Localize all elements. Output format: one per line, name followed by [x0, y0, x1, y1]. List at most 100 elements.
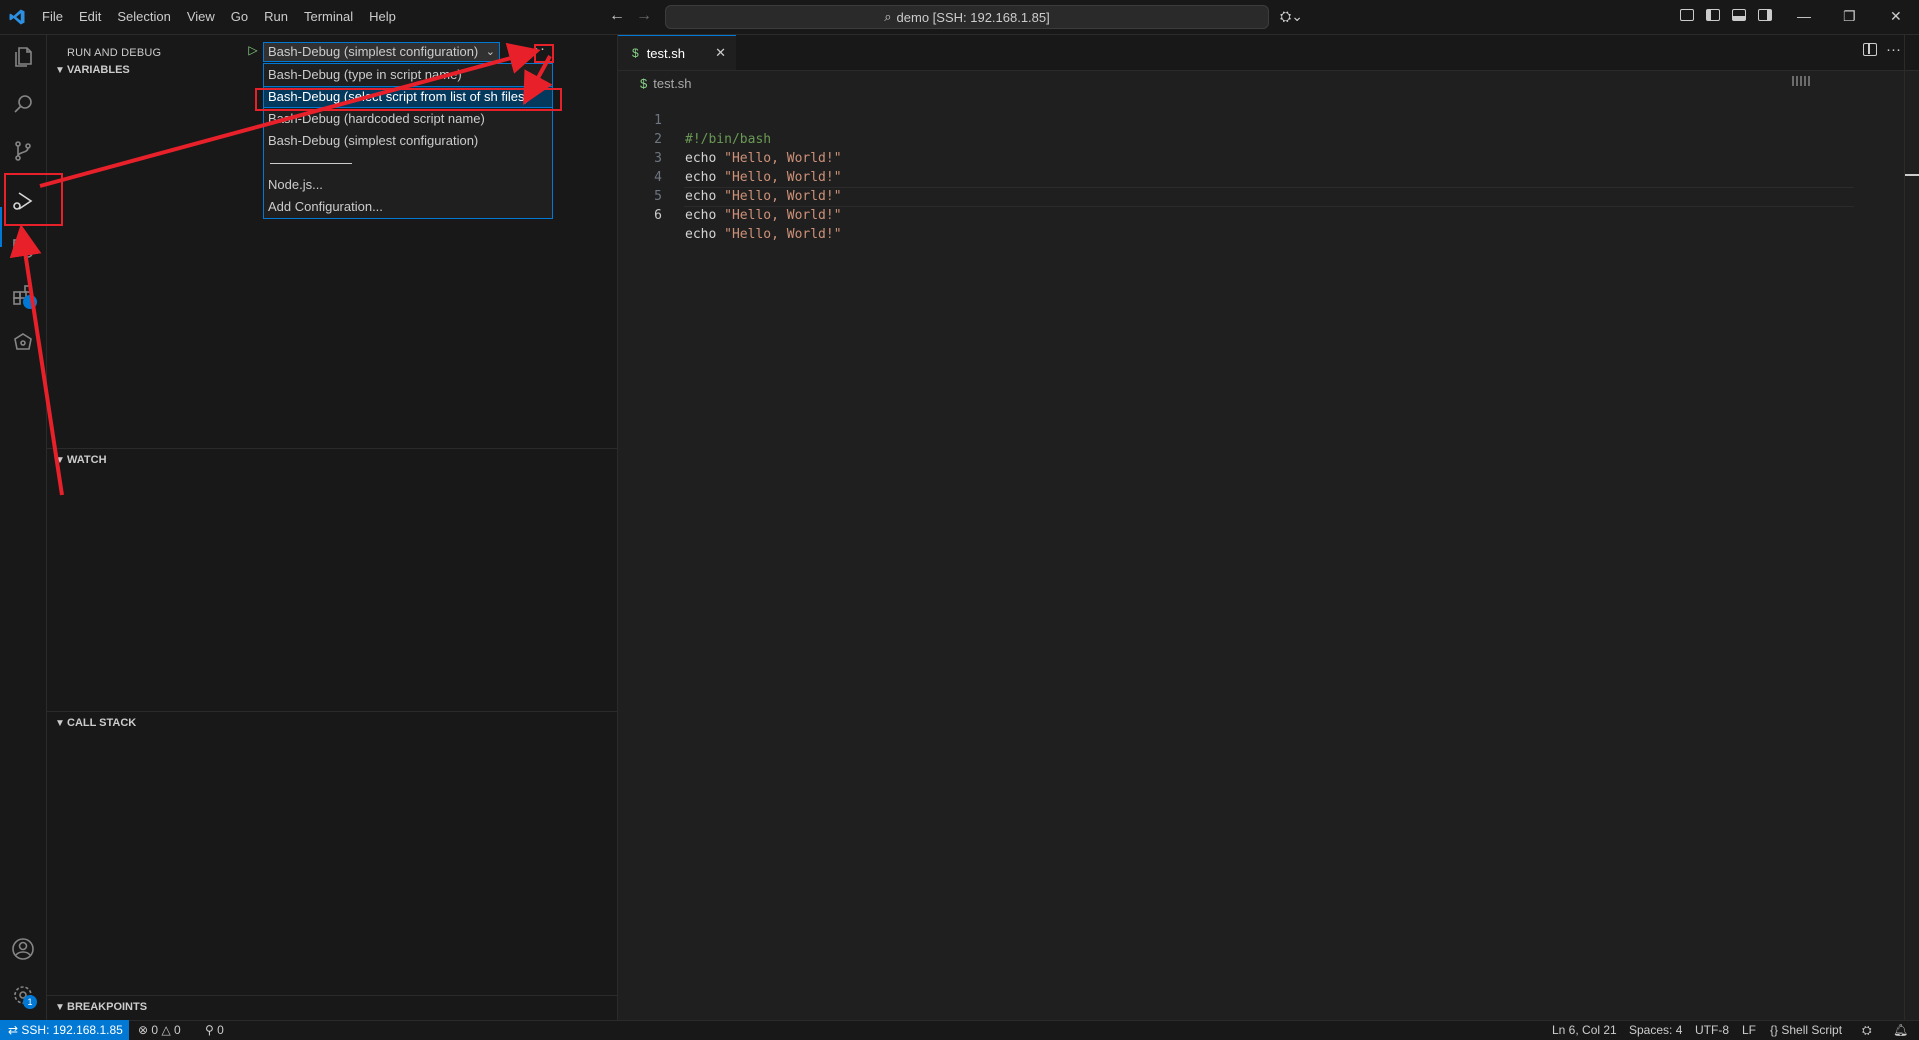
code-line: 1 #!/bin/bash: [618, 92, 771, 147]
dropdown-option[interactable]: Bash-Debug (hardcoded script name): [264, 109, 552, 129]
extensions-icon[interactable]: [9, 281, 37, 309]
cursor-position[interactable]: Ln 6, Col 21: [1552, 1021, 1617, 1040]
code-line: 4 echo "Hello, World!": [618, 149, 841, 204]
dropdown-option-selected[interactable]: Bash-Debug (select script from list of s…: [263, 86, 553, 108]
breakpoints-section-label: BREAKPOINTS: [67, 1001, 148, 1013]
ports-count: 0: [217, 1023, 224, 1037]
dropdown-option[interactable]: Add Configuration...: [264, 197, 552, 217]
call-stack-section-header[interactable]: ▼ CALL STACK: [47, 712, 617, 734]
menu-selection[interactable]: Selection: [109, 4, 178, 30]
code-string: "Hello, World!": [724, 170, 842, 185]
menu-help[interactable]: Help: [361, 4, 404, 30]
watch-section-label: WATCH: [67, 454, 107, 466]
code-command: echo: [685, 189, 717, 204]
code-string: "Hello, World!": [724, 227, 842, 242]
call-stack-section-label: CALL STACK: [67, 717, 137, 729]
manage-gear-icon[interactable]: 1: [9, 981, 37, 1009]
menu-go[interactable]: Go: [223, 4, 256, 30]
close-icon[interactable]: ✕: [715, 45, 726, 61]
remote-indicator[interactable]: ⇄ SSH: 192.168.1.85: [0, 1020, 129, 1040]
editor-area: $ test.sh ✕ ··· $ test.sh 1 #!/bin/bash 2…: [618, 35, 1919, 1020]
menu-edit[interactable]: Edit: [71, 4, 109, 30]
restore-icon[interactable]: ❐: [1843, 8, 1856, 25]
code-command: echo: [685, 151, 717, 166]
account-icon[interactable]: [9, 935, 37, 963]
menu-run[interactable]: Run: [256, 4, 296, 30]
files-icon[interactable]: [9, 43, 37, 71]
overview-ruler: [1904, 35, 1905, 1020]
menu-bar: File Edit Selection View Go Run Terminal…: [34, 0, 404, 34]
encoding[interactable]: UTF-8: [1695, 1021, 1729, 1040]
code-line: 6 echo "Hello, World!": [618, 187, 841, 242]
braces-icon: {}: [1770, 1023, 1779, 1037]
dropdown-separator: [270, 163, 352, 164]
sidebar-title: RUN AND DEBUG: [67, 47, 162, 59]
toggle-primary-sidebar-icon[interactable]: [1706, 9, 1720, 21]
code-string: "Hello, World!": [724, 189, 842, 204]
code-text: #!/bin/bash: [685, 132, 772, 147]
toggle-panel-icon[interactable]: [1732, 9, 1746, 21]
ports-icon: ⚲: [205, 1023, 214, 1037]
code-line: 5 echo "Hello, World!": [618, 168, 841, 223]
end-of-line[interactable]: LF: [1742, 1021, 1756, 1040]
code-command: echo: [685, 227, 717, 242]
customize-layout-icon[interactable]: [1680, 9, 1694, 21]
back-arrow-icon[interactable]: ←: [609, 7, 625, 25]
warning-count: 0: [174, 1023, 181, 1037]
code-line: 2 echo "Hello, World!": [618, 111, 841, 166]
dropdown-option[interactable]: Node.js...: [264, 175, 552, 195]
more-actions-icon[interactable]: ···: [528, 40, 546, 57]
warning-icon: △: [161, 1023, 171, 1037]
shell-file-icon: $: [632, 46, 639, 60]
open-launch-json-gear-icon[interactable]: ⚙: [508, 42, 521, 60]
error-icon: ⊗: [138, 1023, 149, 1037]
minimap[interactable]: [1792, 76, 1814, 86]
vscode-logo-icon: [9, 9, 25, 25]
forward-arrow-icon[interactable]: →: [636, 7, 652, 25]
active-indicator: [0, 207, 2, 247]
dropdown-option[interactable]: Bash-Debug (type in script name): [264, 65, 552, 85]
menu-file[interactable]: File: [34, 4, 71, 30]
menu-terminal[interactable]: Terminal: [296, 4, 361, 30]
source-control-icon[interactable]: [9, 137, 37, 165]
close-window-icon[interactable]: ✕: [1890, 8, 1902, 25]
chevron-down-icon: ▼: [55, 1002, 65, 1013]
code-line: 3 echo "Hello, World!": [618, 130, 841, 185]
copilot-icon[interactable]: ⛭⌄: [1280, 8, 1303, 25]
code-string: "Hello, World!": [724, 151, 842, 166]
chevron-down-icon: ▼: [55, 65, 65, 76]
toggle-secondary-sidebar-icon[interactable]: [1758, 9, 1772, 21]
watch-section-header[interactable]: ▼ WATCH: [47, 449, 617, 471]
remote-explorer-icon[interactable]: [9, 234, 37, 262]
tab-test-sh[interactable]: $ test.sh ✕: [618, 35, 736, 70]
language-mode[interactable]: {} Shell Script: [1770, 1021, 1842, 1040]
search-icon: ⌕: [884, 9, 892, 24]
remote-label: SSH: 192.168.1.85: [21, 1023, 123, 1037]
variables-section-label: VARIABLES: [67, 64, 130, 76]
notifications-bell-icon[interactable]: 🔔︎: [1893, 1021, 1908, 1040]
search-icon[interactable]: [9, 90, 37, 118]
dropdown-option[interactable]: Bash-Debug (simplest configuration): [264, 131, 552, 151]
extensions-badge: [23, 295, 37, 309]
copilot-status-icon[interactable]: ⛭: [1862, 1021, 1872, 1040]
indentation[interactable]: Spaces: 4: [1629, 1021, 1682, 1040]
code-string: "Hello, World!": [724, 208, 842, 223]
chevron-down-icon: ▼: [55, 718, 65, 729]
start-debugging-play-icon[interactable]: ▷: [245, 42, 261, 58]
current-line-highlight: [684, 187, 1854, 207]
kubernetes-icon[interactable]: [9, 329, 37, 357]
more-actions-icon[interactable]: ···: [1886, 41, 1901, 58]
ports-indicator[interactable]: ⚲ 0: [205, 1021, 224, 1040]
breadcrumb-file[interactable]: test.sh: [653, 76, 691, 91]
minimize-icon[interactable]: —: [1797, 8, 1811, 24]
split-editor-icon[interactable]: [1863, 43, 1877, 56]
command-center[interactable]: ⌕ demo [SSH: 192.168.1.85]: [665, 5, 1269, 29]
problems-indicator[interactable]: ⊗ 0 △ 0: [138, 1021, 181, 1040]
chevron-down-icon: ▼: [55, 455, 65, 466]
cursor-position-marker: [1905, 174, 1919, 176]
title-bar: File Edit Selection View Go Run Terminal…: [0, 0, 1919, 35]
run-debug-icon[interactable]: [9, 187, 37, 215]
menu-view[interactable]: View: [179, 4, 223, 30]
breakpoints-section-header[interactable]: ▼ BREAKPOINTS: [47, 996, 617, 1018]
language-label: Shell Script: [1781, 1023, 1843, 1037]
